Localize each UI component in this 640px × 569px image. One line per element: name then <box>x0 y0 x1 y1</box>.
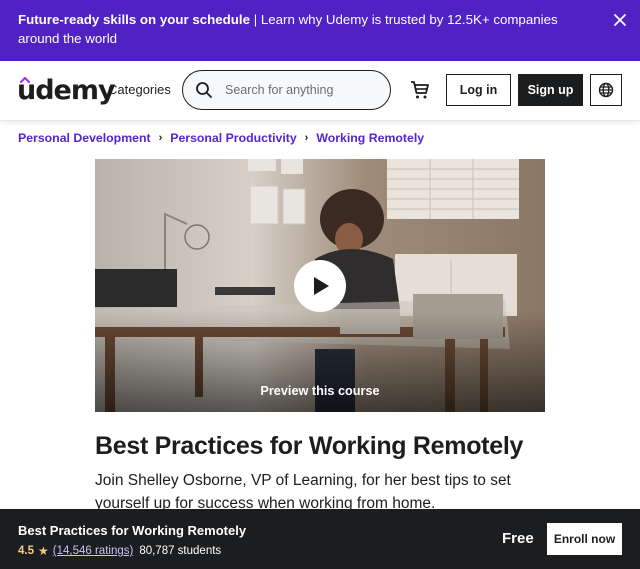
login-button[interactable]: Log in <box>446 74 511 106</box>
sticky-enroll-bar: Best Practices for Working Remotely 4.5 … <box>0 509 640 569</box>
signup-button[interactable]: Sign up <box>518 74 583 106</box>
breadcrumb-item-working-remotely[interactable]: Working Remotely <box>316 131 424 145</box>
search-icon[interactable] <box>195 81 213 99</box>
promo-banner: Future-ready skills on your schedule | L… <box>0 0 640 61</box>
course-title: Best Practices for Working Remotely <box>95 432 524 460</box>
site-header: udemy Categories Log in Sign up <box>0 61 640 121</box>
play-icon <box>314 277 329 295</box>
breadcrumb: Personal Development › Personal Producti… <box>18 131 424 145</box>
ratings-count-link[interactable]: (14,546 ratings) <box>53 545 134 557</box>
play-button[interactable] <box>294 260 346 312</box>
categories-menu[interactable]: Categories <box>108 82 171 97</box>
globe-icon <box>598 82 614 98</box>
rating-value: 4.5 <box>18 545 34 557</box>
sticky-course-title: Best Practices for Working Remotely <box>18 523 247 538</box>
promo-banner-text[interactable]: Future-ready skills on your schedule | L… <box>18 10 598 48</box>
search-input[interactable] <box>225 81 380 99</box>
language-button[interactable] <box>590 74 622 106</box>
breadcrumb-item-personal-development[interactable]: Personal Development <box>18 131 151 145</box>
preview-label: Preview this course <box>260 384 380 398</box>
close-icon[interactable] <box>612 12 628 28</box>
course-preview-video[interactable]: Preview this course <box>95 159 545 412</box>
promo-banner-headline: Future-ready skills on your schedule <box>18 12 251 27</box>
enroll-now-button[interactable]: Enroll now <box>547 523 622 555</box>
logo-hat-icon <box>20 77 30 83</box>
promo-banner-separator: | <box>250 12 261 27</box>
course-price: Free <box>502 530 534 547</box>
cart-icon[interactable] <box>409 79 431 101</box>
students-count: 80,787 students <box>139 545 222 557</box>
chevron-right-icon: › <box>304 132 309 144</box>
course-rating-summary: 4.5 ★ (14,546 ratings) 80,787 students <box>18 544 221 558</box>
search-bar[interactable] <box>182 70 391 110</box>
breadcrumb-item-personal-productivity[interactable]: Personal Productivity <box>170 131 296 145</box>
logo-wordmark: udemy <box>17 75 116 106</box>
udemy-logo[interactable]: udemy <box>17 75 116 107</box>
star-icon: ★ <box>38 544 49 558</box>
chevron-right-icon: › <box>158 132 163 144</box>
